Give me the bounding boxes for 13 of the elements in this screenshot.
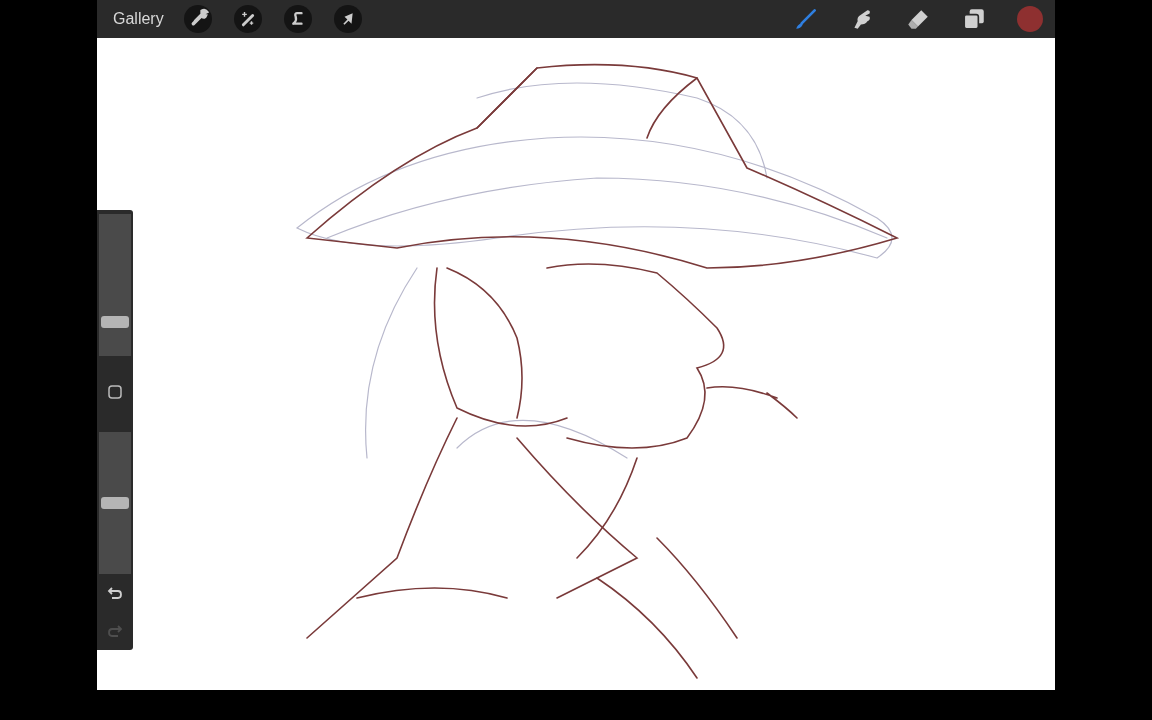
brush-size-slider[interactable] [99, 214, 131, 356]
gallery-button[interactable]: Gallery [113, 7, 164, 31]
brush-icon[interactable] [793, 6, 819, 32]
opacity-slider[interactable] [99, 432, 131, 574]
wrench-icon[interactable] [183, 5, 212, 33]
magic-wand-icon[interactable] [233, 5, 262, 33]
slider-thumb[interactable] [101, 497, 129, 509]
slider-thumb[interactable] [101, 315, 129, 328]
eyedropper-square-button[interactable] [107, 384, 123, 400]
s-curve-icon[interactable] [283, 5, 312, 33]
undo-icon[interactable] [107, 586, 123, 600]
color-swatch[interactable] [1017, 6, 1043, 32]
arrow-cursor-icon[interactable] [333, 5, 362, 33]
